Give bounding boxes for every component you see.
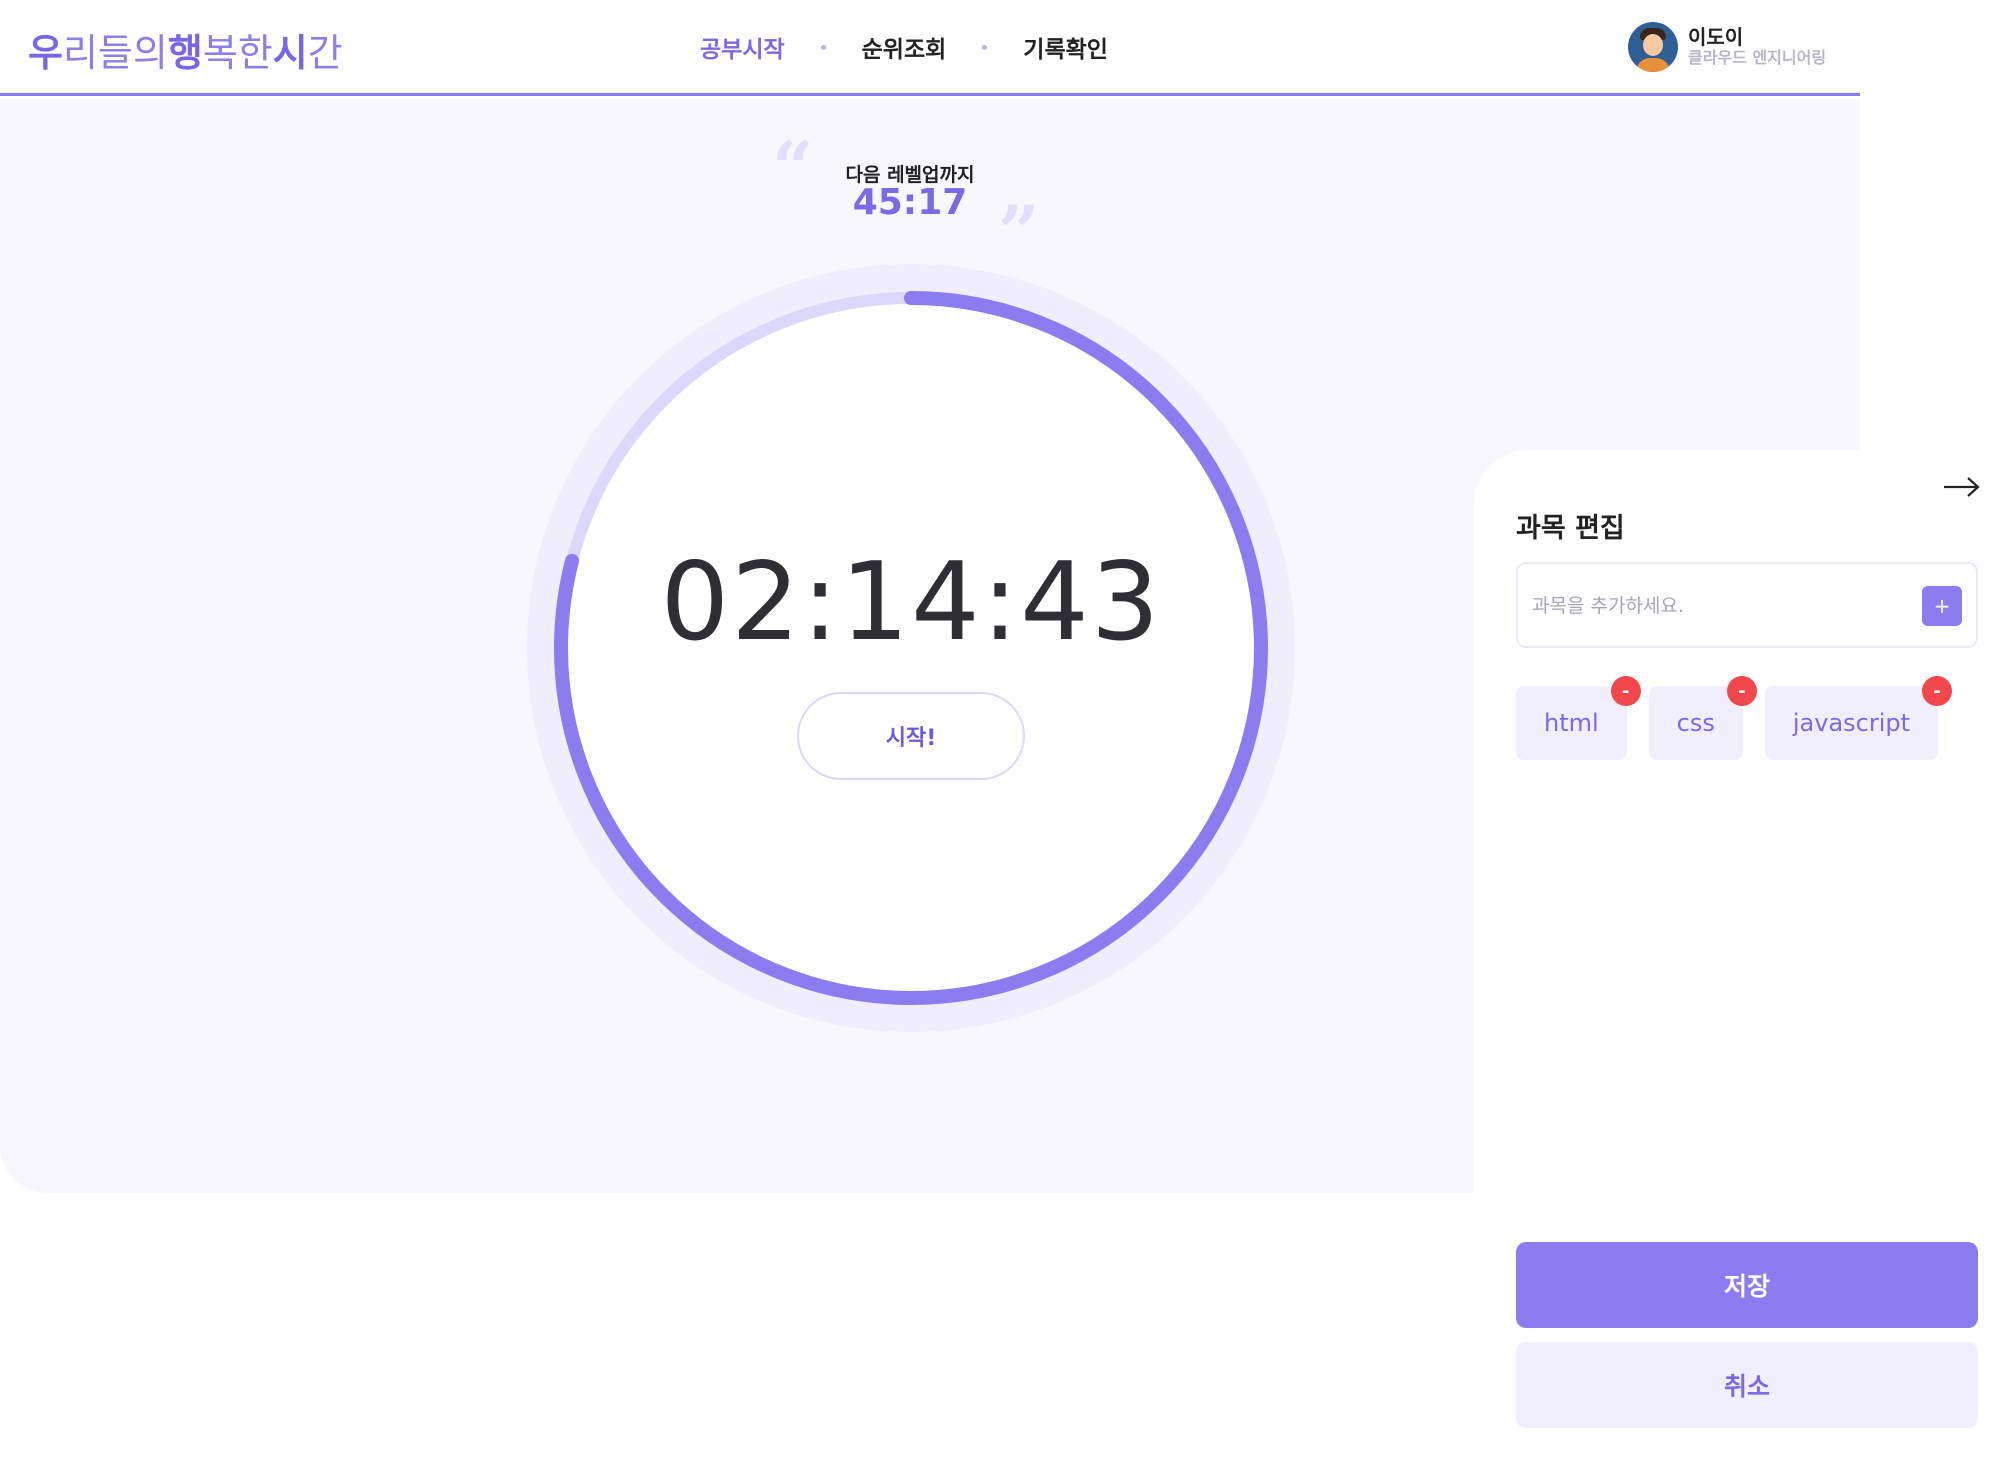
app-logo[interactable]: 우리들의행복한시간: [28, 22, 343, 77]
subject-tag-label: javascript: [1792, 709, 1911, 737]
user-avatar-icon[interactable]: [1628, 22, 1678, 72]
subject-tag-label: css: [1676, 709, 1715, 737]
remove-subject-button[interactable]: -: [1922, 676, 1953, 706]
logo-part: 리들의: [62, 31, 168, 75]
panel-title: 과목 편집: [1516, 513, 1625, 544]
subject-tag-label: html: [1544, 709, 1599, 737]
user-profile[interactable]: 이도이 클라우드 엔지니어링: [1628, 22, 1826, 72]
remove-subject-button[interactable]: -: [1726, 676, 1757, 706]
nav-separator-dot: [820, 44, 826, 50]
arrow-right-icon[interactable]: [1942, 472, 1982, 502]
logo-part: 간: [307, 31, 343, 75]
logo-part: 시: [272, 31, 308, 75]
timer-clock: 02:14:43 시작!: [527, 264, 1295, 1032]
remove-subject-button[interactable]: -: [1610, 676, 1641, 706]
subject-tag-css[interactable]: css -: [1648, 676, 1757, 760]
start-button[interactable]: 시작!: [797, 692, 1025, 780]
add-subject-box: +: [1516, 562, 1978, 648]
subject-tags: html - css - javascript -: [1516, 676, 1960, 760]
subject-edit-panel: 과목 편집 + html - css - javascript - 저장 취소: [1474, 450, 2004, 1464]
cancel-button[interactable]: 취소: [1516, 1342, 1978, 1428]
logo-part: 우: [28, 31, 63, 75]
logo-part: 행: [167, 31, 203, 75]
add-subject-button[interactable]: +: [1922, 586, 1962, 626]
logo-part: 복한: [202, 31, 273, 75]
top-header: 우리들의행복한시간 공부시작 순위조회 기록확인 이도이 클라우드 엔지니어링: [0, 0, 1860, 96]
save-button[interactable]: 저장: [1516, 1242, 1978, 1328]
main-nav: 공부시작 순위조회 기록확인: [700, 30, 1108, 64]
subject-tag-html[interactable]: html -: [1516, 676, 1641, 760]
nav-item-records[interactable]: 기록확인: [1023, 30, 1108, 64]
user-team: 클라우드 엔지니어링: [1688, 48, 1827, 68]
nav-item-study-start[interactable]: 공부시작: [700, 30, 785, 64]
user-info: 이도이 클라우드 엔지니어링: [1688, 27, 1826, 67]
nav-separator-dot: [982, 44, 988, 50]
subject-tag-javascript[interactable]: javascript -: [1764, 676, 1953, 760]
user-name: 이도이: [1688, 25, 1744, 50]
timer-display: 02:14:43: [660, 540, 1162, 665]
subject-input[interactable]: [1532, 584, 1912, 628]
close-quote-icon: ”: [998, 189, 1040, 274]
level-up-box: “ 다음 레벨업까지 45:17 ”: [770, 130, 1050, 268]
nav-item-ranking[interactable]: 순위조회: [862, 30, 947, 64]
